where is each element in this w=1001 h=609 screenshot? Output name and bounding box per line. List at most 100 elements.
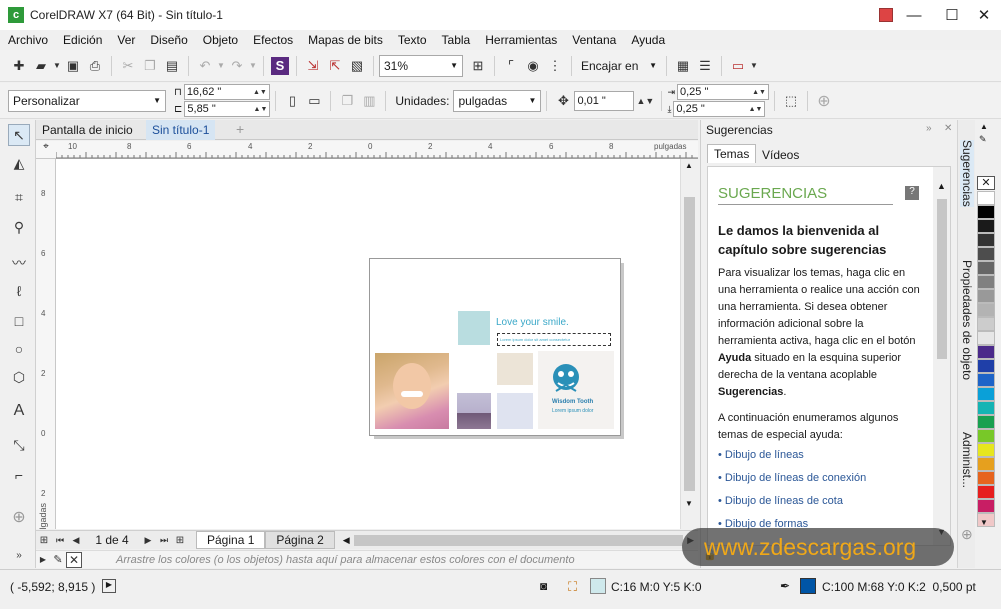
previous-page-icon[interactable]: ◀ [68,529,84,551]
undo-dropdown-icon[interactable]: ▼ [216,55,226,77]
pick-tool-icon[interactable]: ↖ [8,124,30,146]
palette-swatch[interactable] [977,317,995,331]
duplicate-y-field[interactable]: 0,25 " ▲▼ [673,101,766,117]
palette-swatch[interactable] [977,471,995,485]
shape-tool-icon[interactable]: ◭ [8,152,30,174]
nudge-spinner[interactable]: ▲▼ [634,90,656,112]
outline-pen-icon[interactable]: ✒ [780,579,790,593]
palette-menu-icon[interactable]: ▶ [36,549,50,571]
fill-color-swatch[interactable] [590,578,606,594]
add-icon[interactable]: ⊕ [813,90,835,112]
palette-swatch[interactable] [977,289,995,303]
undo-icon[interactable]: ↶ [194,55,216,77]
portrait-icon[interactable]: ▯ [281,90,303,112]
paste-icon[interactable]: ▤ [161,55,183,77]
color-proofing-icon[interactable]: ◙ [540,579,547,593]
ellipse-tool-icon[interactable]: ○ [8,338,30,360]
color-block[interactable] [497,353,533,385]
ruler-origin-icon[interactable]: ⌖ [36,141,56,159]
palette-swatch[interactable] [977,261,995,275]
menu-ayuda[interactable]: Ayuda [631,33,665,47]
menu-archivo[interactable]: Archivo [8,33,48,47]
new-document-icon[interactable]: ✚ [8,55,30,77]
link-lineas-cota[interactable]: • Dibujo de líneas de cota [718,495,843,507]
menu-herramientas[interactable]: Herramientas [485,33,557,47]
palette-swatch[interactable] [977,345,995,359]
customize-dropdown-icon[interactable]: ▼ [749,55,759,77]
corel-connect-icon[interactable]: S [271,56,289,75]
print-icon[interactable]: ⎙ [84,55,106,77]
page-tab-2[interactable]: Página 2 [265,531,335,549]
tab-sin-titulo-1[interactable]: Sin título-1 [146,120,216,140]
hints-scrollbar[interactable]: ▲ ▼ [933,167,950,545]
palette-swatch[interactable] [977,359,995,373]
scrollbar-thumb[interactable] [684,197,695,491]
palette-swatch[interactable] [977,205,995,219]
palette-swatch[interactable] [977,373,995,387]
eyedropper-icon[interactable]: ✎ [50,549,66,571]
show-grid-icon[interactable]: ⋮ [544,55,566,77]
drawing-canvas[interactable]: Love your smile. Lorem ipsum dolor sit a… [56,159,680,529]
units-select[interactable]: pulgadas ▼ [453,89,542,112]
palette-swatch[interactable] [977,415,995,429]
landscape-photo[interactable] [457,393,491,429]
palette-swatch[interactable] [977,233,995,247]
connector-tool-icon[interactable]: ⌐ [8,464,30,486]
menu-edicion[interactable]: Edición [63,33,102,47]
full-screen-icon[interactable]: ⊞ [467,55,489,77]
palette-swatch[interactable] [977,219,995,233]
close-button[interactable]: ✕ [966,0,1001,30]
palette-swatch[interactable] [977,331,995,345]
horizontal-ruler[interactable]: 10 8 6 4 2 0 2 4 6 8 pulgadas [56,141,698,159]
palette-swatch[interactable] [977,387,995,401]
add-page-after-icon[interactable]: ⊞ [172,529,188,551]
palette-eyedropper-icon[interactable]: ✎ [979,134,987,145]
duplicate-x-field[interactable]: 0,25 " ▲▼ [676,84,769,100]
vertical-scrollbar[interactable]: ▲ ▼ [680,159,698,529]
artistic-media-icon[interactable]: ℓ [8,280,30,302]
import-icon[interactable]: ⇲ [302,55,324,77]
document-page[interactable]: Love your smile. Lorem ipsum dolor sit a… [369,258,621,436]
link-dibujo-lineas[interactable]: • Dibujo de líneas [718,449,804,461]
save-icon[interactable]: ▣ [62,55,84,77]
crop-tool-icon[interactable]: ⌗ [8,186,30,208]
palette-swatch[interactable] [977,443,995,457]
palette-scroll-down-icon[interactable]: ▼ [980,518,988,527]
menu-texto[interactable]: Texto [398,33,427,47]
palette-swatch[interactable] [977,247,995,261]
nudge-distance-field[interactable]: 0,01 " [574,90,635,111]
palette-swatch[interactable] [977,457,995,471]
open-folder-icon[interactable]: ▰ [30,55,52,77]
side-tab-administrador[interactable]: Administ... [960,432,974,488]
menu-efectos[interactable]: Efectos [253,33,293,47]
show-rulers-icon[interactable]: ⌜ [500,55,522,77]
outline-color-swatch[interactable] [800,578,816,594]
zoom-level-select[interactable]: 31% ▼ [379,54,463,77]
color-block[interactable] [458,311,490,345]
scroll-left-icon[interactable]: ◀ [343,535,350,546]
woman-photo[interactable] [375,353,449,429]
redo-dropdown-icon[interactable]: ▼ [248,55,258,77]
fill-bucket-icon[interactable]: ⛶ [568,579,577,595]
no-color-swatch[interactable]: ✕ [66,551,82,568]
cut-icon[interactable]: ✂ [117,55,139,77]
current-page-icon[interactable]: ▥ [358,90,380,112]
rectangle-tool-icon[interactable]: □ [8,310,30,332]
menu-tabla[interactable]: Tabla [442,33,471,47]
docker-close-icon[interactable]: ✕ [944,123,952,134]
next-page-icon[interactable]: ▶ [140,529,156,551]
text-tool-icon[interactable]: A [8,400,30,422]
welcome-screen-icon[interactable]: ▭ [727,55,749,77]
palette-swatch[interactable] [977,191,995,205]
help-icon[interactable]: ? [905,186,919,200]
copy-icon[interactable]: ❐ [139,55,161,77]
add-docker-icon[interactable]: ⊕ [961,526,973,543]
page-height-field[interactable]: 5,85 " ▲▼ [184,101,271,117]
landscape-icon[interactable]: ▭ [303,90,325,112]
export-icon[interactable]: ⇱ [324,55,346,77]
logo-card[interactable]: Wisdom Tooth Lorem ipsum dolor [538,351,614,429]
snap-to-dropdown[interactable]: Encajar en ▼ [577,55,661,77]
menu-diseno[interactable]: Diseño [150,33,187,47]
publish-pdf-icon[interactable]: ▧ [346,55,368,77]
maximize-button[interactable]: ☐ [934,0,970,30]
